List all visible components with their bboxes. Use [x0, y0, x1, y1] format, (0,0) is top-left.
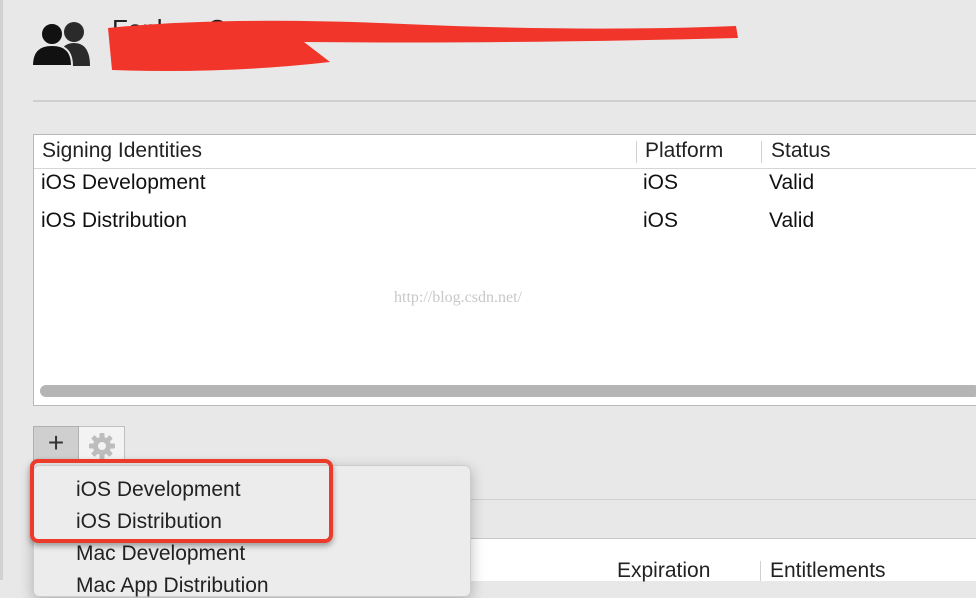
column-separator[interactable]: [761, 141, 762, 163]
section-divider: [470, 499, 976, 500]
table-row[interactable]: iOS Development iOS Valid: [34, 167, 976, 203]
column-header-expiration[interactable]: Expiration: [617, 559, 710, 583]
header-divider: [33, 100, 976, 102]
column-separator[interactable]: [636, 141, 637, 163]
identity-cell: iOS Distribution: [41, 209, 187, 232]
status-cell: Valid: [769, 171, 815, 194]
horizontal-scrollbar[interactable]: [40, 385, 976, 397]
menu-item-mac-app-distribution[interactable]: Mac App Distribution: [76, 574, 269, 598]
platform-cell: iOS: [643, 209, 679, 232]
window-left-edge: [0, 0, 3, 580]
status-cell: Valid: [769, 209, 815, 232]
redaction-scribble: [108, 20, 738, 71]
table-header: Signing Identities Platform Status: [34, 135, 976, 169]
table-row[interactable]: iOS Distribution iOS Valid: [34, 205, 976, 241]
column-header-status[interactable]: Status: [771, 139, 831, 163]
gear-icon: [89, 433, 115, 459]
column-header-platform[interactable]: Platform: [645, 139, 723, 163]
column-header-signing-identities[interactable]: Signing Identities: [42, 139, 202, 163]
identity-cell: iOS Development: [41, 171, 206, 194]
add-button[interactable]: +: [33, 426, 79, 462]
team-icon: [30, 20, 96, 67]
signing-identities-table: Signing Identities Platform Status iOS D…: [33, 134, 976, 406]
column-separator[interactable]: [760, 561, 761, 581]
column-header-entitlements[interactable]: Entitlements: [770, 559, 886, 583]
platform-cell: iOS: [643, 171, 679, 194]
gear-button[interactable]: [79, 426, 125, 462]
highlight-annotation: [30, 459, 333, 543]
provisioning-table: Expiration Entitlements: [470, 538, 976, 583]
menu-item-mac-development[interactable]: Mac Development: [76, 542, 245, 566]
watermark: http://blog.csdn.net/: [394, 289, 522, 306]
